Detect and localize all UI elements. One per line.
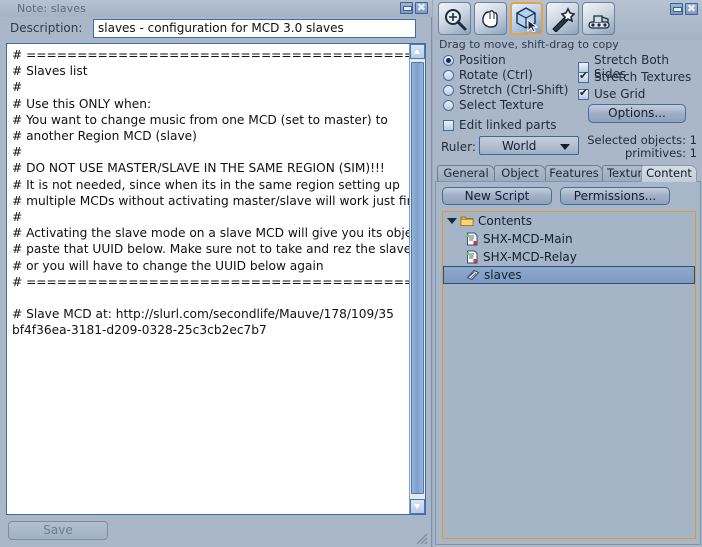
list-item[interactable]: slaves [443,266,695,284]
notecard-title: Note: slaves [17,2,86,15]
create-tool-button[interactable] [546,2,579,35]
tab-object[interactable]: Object [494,165,546,182]
list-item-label: Contents [478,214,532,228]
checkbox-stretch-textures[interactable]: Stretch Textures [578,70,691,84]
chevron-down-icon[interactable] [447,218,457,224]
scroll-down-icon[interactable] [410,499,425,514]
radio-label: Select Texture [459,98,544,112]
scroll-up-icon[interactable] [410,44,425,59]
radio-rotate[interactable]: Rotate (Ctrl) [443,68,533,82]
permissions-button[interactable]: Permissions... [560,187,670,205]
radio-label: Stretch (Ctrl-Shift) [459,83,569,97]
radio-icon [443,69,454,81]
radio-icon [443,54,454,66]
chevron-down-icon [560,144,570,150]
list-item-label: slaves [484,268,522,282]
radio-select-texture[interactable]: Select Texture [443,98,544,112]
radio-position[interactable]: Position [443,53,506,67]
scrollbar-thumb[interactable] [411,62,424,494]
build-tools-window: ✖ Drag to move, shift-drag to copy Posit… [433,0,702,547]
list-item-contents-root[interactable]: Contents [443,212,695,230]
options-button[interactable]: Options... [588,104,686,123]
build-toolbar [438,2,615,35]
selection-info: Selected objects: 1 primitives: 1 [587,134,697,160]
checkbox-label: Edit linked parts [459,118,557,132]
notecard-icon [466,268,480,282]
notecard-titlebar[interactable]: Note: slaves ✖ [0,0,432,17]
zoom-tool-button[interactable] [438,2,471,35]
checkbox-edit-linked-parts[interactable]: Edit linked parts [443,118,557,132]
minimize-icon[interactable] [670,3,683,15]
checkbox-icon [578,70,589,83]
description-label: Description: [10,21,83,35]
save-button[interactable]: Save [8,521,108,540]
radio-stretch[interactable]: Stretch (Ctrl-Shift) [443,83,568,97]
script-icon [465,232,479,246]
list-item-label: SHX-MCD-Main [483,232,573,246]
content-tab-panel: New Script Permissions... Contents SHX-M… [435,181,701,545]
notecard-window-controls: ✖ [400,2,428,14]
radio-label: Rotate (Ctrl) [459,68,533,82]
tab-general[interactable]: General [437,165,495,182]
ruler-label: Ruler: [441,140,476,154]
build-window-controls: ✖ [670,3,698,15]
checkbox-icon [578,87,589,100]
list-item[interactable]: SHX-MCD-Relay [443,248,695,266]
tab-content[interactable]: Content [641,165,697,182]
folder-icon [460,214,474,228]
tool-hint-text: Drag to move, shift-drag to copy [439,38,619,51]
resize-grip-icon[interactable] [416,533,428,545]
primitives-count: primitives: 1 [624,146,697,160]
tab-features[interactable]: Features [545,165,603,182]
radio-icon [443,99,454,111]
contents-inventory-list[interactable]: Contents SHX-MCD-Main SHX-MCD-Relay slav… [442,211,696,539]
script-icon [465,250,479,264]
notecard-window: Note: slaves ✖ Description: slaves - con… [0,0,432,547]
close-icon[interactable]: ✖ [685,3,698,15]
description-input[interactable]: slaves - configuration for MCD 3.0 slave… [93,19,416,38]
new-script-button[interactable]: New Script [442,187,552,205]
ruler-value: World [502,139,537,153]
land-tool-button[interactable] [582,2,615,35]
edit-tool-button[interactable] [510,2,543,35]
description-row: Description: slaves - configuration for … [0,19,432,39]
notecard-text-area[interactable]: # ======================================… [6,43,426,515]
grab-tool-button[interactable] [474,2,507,35]
list-item[interactable]: SHX-MCD-Main [443,230,695,248]
build-toolbar-area: ✖ [433,0,702,40]
close-icon[interactable]: ✖ [415,2,428,14]
checkbox-use-grid[interactable]: Use Grid [578,87,645,101]
checkbox-label: Use Grid [594,87,646,101]
notecard-vertical-scrollbar[interactable] [409,44,425,514]
notecard-text-content: # ======================================… [12,48,426,338]
ruler-dropdown[interactable]: World [479,136,579,155]
checkbox-icon [443,119,454,131]
list-item-label: SHX-MCD-Relay [483,250,577,264]
checkbox-label: Stretch Textures [594,70,692,84]
build-tabs: General Object Features Texture Content [435,165,701,182]
radio-icon [443,84,454,96]
minimize-icon[interactable] [400,2,413,14]
radio-label: Position [459,53,506,67]
